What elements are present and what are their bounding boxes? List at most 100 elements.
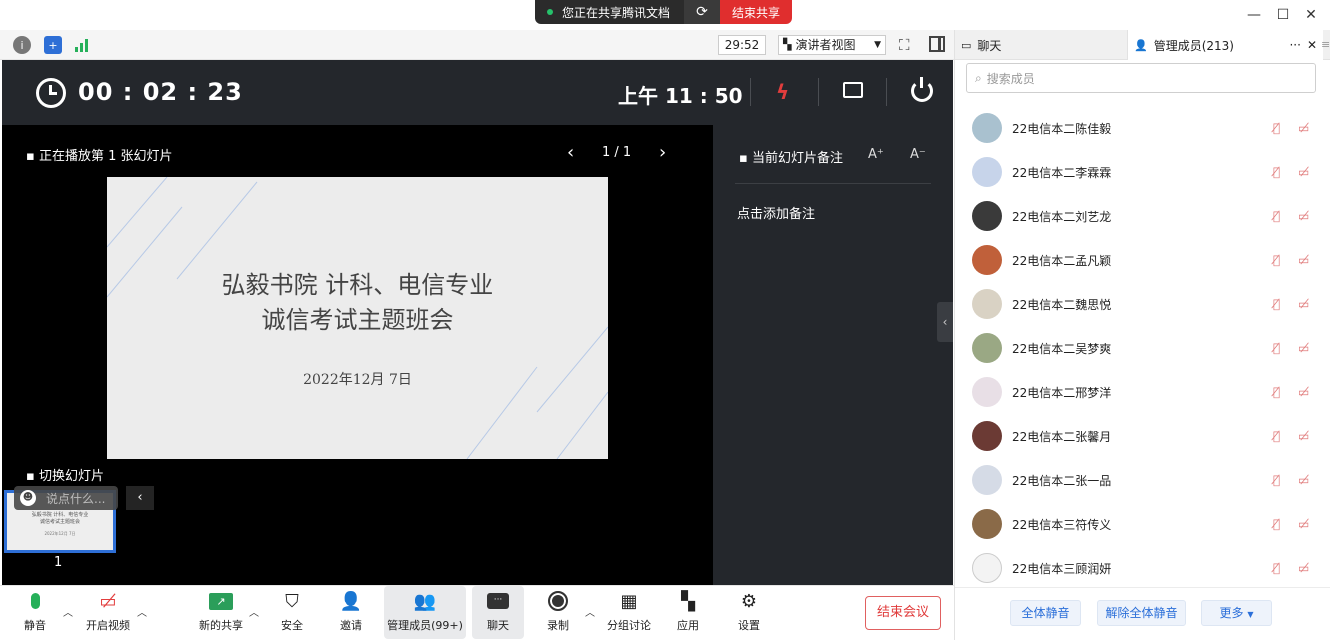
new-share-button[interactable]: ↗ 新的共享: [193, 586, 249, 639]
page-indicator: 1 / 1: [602, 145, 632, 160]
info-icon[interactable]: i: [13, 36, 31, 54]
font-increase-button[interactable]: A⁺: [868, 147, 884, 162]
search-placeholder: 搜索成员: [986, 71, 1035, 86]
tab-members[interactable]: 👤 管理成员(213) ··· ✕: [1127, 30, 1323, 60]
chevron-up-icon[interactable]: ︿: [63, 604, 73, 619]
view-mode-label: 演讲者视图: [795, 38, 856, 52]
microphone-icon: [30, 588, 40, 614]
mic-muted-icon[interactable]: 🎙̸: [1273, 517, 1280, 531]
slide-caption-text: 正在播放第 1 张幻灯片: [38, 149, 173, 164]
breakout-button[interactable]: ▦ 分组讨论: [603, 586, 655, 639]
member-row[interactable]: 22电信本三符传义 🎙̸ ▭̸: [955, 502, 1330, 546]
maximize-icon[interactable]: ☐: [1273, 5, 1293, 25]
mic-muted-icon[interactable]: 🎙̸: [1273, 473, 1280, 487]
new-share-label: 新的共享: [199, 619, 243, 632]
camera-off-icon[interactable]: ▭̸: [1298, 385, 1309, 399]
end-meeting-button[interactable]: 结束会议: [865, 596, 941, 630]
thumb-title-line1: 弘毅书院 计科、电信专业: [31, 512, 89, 518]
mic-muted-icon[interactable]: 🎙̸: [1273, 297, 1280, 311]
record-button[interactable]: 录制: [538, 586, 578, 639]
share-status-bar: 您正在共享腾讯文档 ⟳ 结束共享: [535, 0, 793, 24]
tab-chat[interactable]: ▭ 聊天: [955, 30, 1127, 60]
close-icon[interactable]: ✕: [1307, 38, 1317, 52]
chat-button[interactable]: ··· 聊天: [472, 586, 524, 639]
shield-icon[interactable]: +: [44, 36, 62, 54]
camera-off-icon[interactable]: ▭̸: [1298, 121, 1309, 135]
view-mode-select[interactable]: ▚ 演讲者视图 ▼: [778, 35, 886, 55]
mic-muted-icon[interactable]: 🎙̸: [1273, 209, 1280, 223]
signal-icon[interactable]: [75, 38, 88, 52]
member-row[interactable]: 22电信本二张一品 🎙̸ ▭̸: [955, 458, 1330, 502]
camera-off-icon[interactable]: ▭̸: [1298, 297, 1309, 311]
camera-off-icon[interactable]: ▭̸: [1298, 473, 1309, 487]
switch-screen-icon[interactable]: [843, 82, 863, 98]
prev-slide-icon[interactable]: ‹: [567, 142, 574, 163]
camera-off-icon[interactable]: ▭̸: [1298, 429, 1309, 443]
search-members-input[interactable]: ⌕ 搜索成员: [966, 63, 1316, 93]
mic-muted-icon[interactable]: 🎙̸: [1273, 253, 1280, 267]
member-row[interactable]: 22电信本二邢梦洋 🎙̸ ▭̸: [955, 370, 1330, 414]
apps-label: 应用: [677, 619, 699, 632]
font-decrease-button[interactable]: A⁻: [910, 147, 926, 162]
member-row[interactable]: 22电信本二李霖霖 🎙̸ ▭̸: [955, 150, 1330, 194]
member-row[interactable]: 22电信本二吴梦爽 🎙̸ ▭̸: [955, 326, 1330, 370]
thumb-date: 2022年12月 7日: [44, 531, 76, 536]
mic-muted-icon[interactable]: 🎙̸: [1273, 341, 1280, 355]
chat-bubble-icon: ···: [487, 588, 509, 614]
collapse-panel-icon[interactable]: ‹: [937, 302, 953, 342]
invite-button[interactable]: 👤 邀请: [330, 586, 372, 639]
camera-off-icon[interactable]: ▭̸: [1298, 165, 1309, 179]
more-button[interactable]: 更多 ▼: [1201, 600, 1272, 626]
mic-muted-icon[interactable]: 🎙̸: [1273, 561, 1280, 575]
refresh-icon[interactable]: ⟳: [684, 0, 721, 24]
apps-button[interactable]: ▚ 应用: [668, 586, 708, 639]
divider: [886, 78, 887, 106]
mic-muted-icon[interactable]: 🎙̸: [1273, 121, 1280, 135]
member-row[interactable]: 22电信本三顾润妍 🎙̸ ▭̸: [955, 546, 1330, 588]
layout-icon[interactable]: [929, 36, 945, 52]
members-button[interactable]: 👥 管理成员(99+): [384, 586, 466, 639]
collapse-chat-icon[interactable]: ‹: [126, 486, 154, 510]
minimize-icon[interactable]: —: [1244, 5, 1264, 25]
unmute-all-button[interactable]: 解除全体静音: [1097, 600, 1186, 626]
presenter-header: 00 : 02 : 23 上午 11 : 50 ϟ: [2, 60, 953, 125]
camera-off-icon[interactable]: ▭̸: [1298, 253, 1309, 267]
menu-icon[interactable]: ≡: [1321, 38, 1330, 51]
more-icon[interactable]: ···: [1289, 38, 1300, 52]
chevron-up-icon[interactable]: ︿: [137, 604, 147, 619]
camera-off-icon[interactable]: ▭̸: [1298, 517, 1309, 531]
member-row[interactable]: 22电信本二孟凡颖 🎙̸ ▭̸: [955, 238, 1330, 282]
power-icon[interactable]: [911, 77, 933, 102]
member-row[interactable]: 22电信本二刘艺龙 🎙̸ ▭̸: [955, 194, 1330, 238]
security-shield-icon: ⛉: [285, 590, 299, 612]
member-row[interactable]: 22电信本二魏思悦 🎙̸ ▭̸: [955, 282, 1330, 326]
emoji-icon[interactable]: ☻: [20, 490, 36, 506]
switch-slide-text: 切换幻灯片: [38, 469, 104, 484]
share-status: 您正在共享腾讯文档: [535, 0, 685, 24]
laser-pointer-icon[interactable]: ϟ: [776, 80, 789, 104]
quick-chat-input[interactable]: ☻ 说点什么...: [14, 486, 118, 510]
mic-muted-icon[interactable]: 🎙̸: [1273, 385, 1280, 399]
member-row[interactable]: 22电信本二陈佳毅 🎙̸ ▭̸: [955, 106, 1330, 150]
fullscreen-icon[interactable]: ⛶: [899, 36, 910, 54]
mic-muted-icon[interactable]: 🎙̸: [1273, 429, 1280, 443]
mute-button[interactable]: 静音: [15, 586, 55, 639]
mute-all-button[interactable]: 全体静音: [1010, 600, 1081, 626]
mic-muted-icon[interactable]: 🎙̸: [1273, 165, 1280, 179]
chevron-up-icon[interactable]: ︿: [585, 604, 595, 619]
chevron-up-icon[interactable]: ︿: [249, 604, 259, 619]
member-name: 22电信本二魏思悦: [1012, 297, 1112, 312]
stop-share-button[interactable]: 结束共享: [720, 0, 793, 24]
divider: [818, 78, 819, 106]
camera-off-icon[interactable]: ▭̸: [1298, 341, 1309, 355]
security-button[interactable]: ⛉ 安全: [272, 586, 312, 639]
video-button[interactable]: ▭̸ 开启视频: [80, 586, 136, 639]
avatar: [972, 553, 1002, 583]
camera-off-icon[interactable]: ▭̸: [1298, 561, 1309, 575]
camera-off-icon[interactable]: ▭̸: [1298, 209, 1309, 223]
close-icon[interactable]: ✕: [1301, 5, 1321, 25]
member-row[interactable]: 22电信本二张馨月 🎙̸ ▭̸: [955, 414, 1330, 458]
settings-button[interactable]: ⚙ 设置: [729, 586, 769, 639]
add-note-button[interactable]: 点击添加备注: [737, 203, 815, 222]
next-slide-icon[interactable]: ›: [659, 142, 666, 163]
